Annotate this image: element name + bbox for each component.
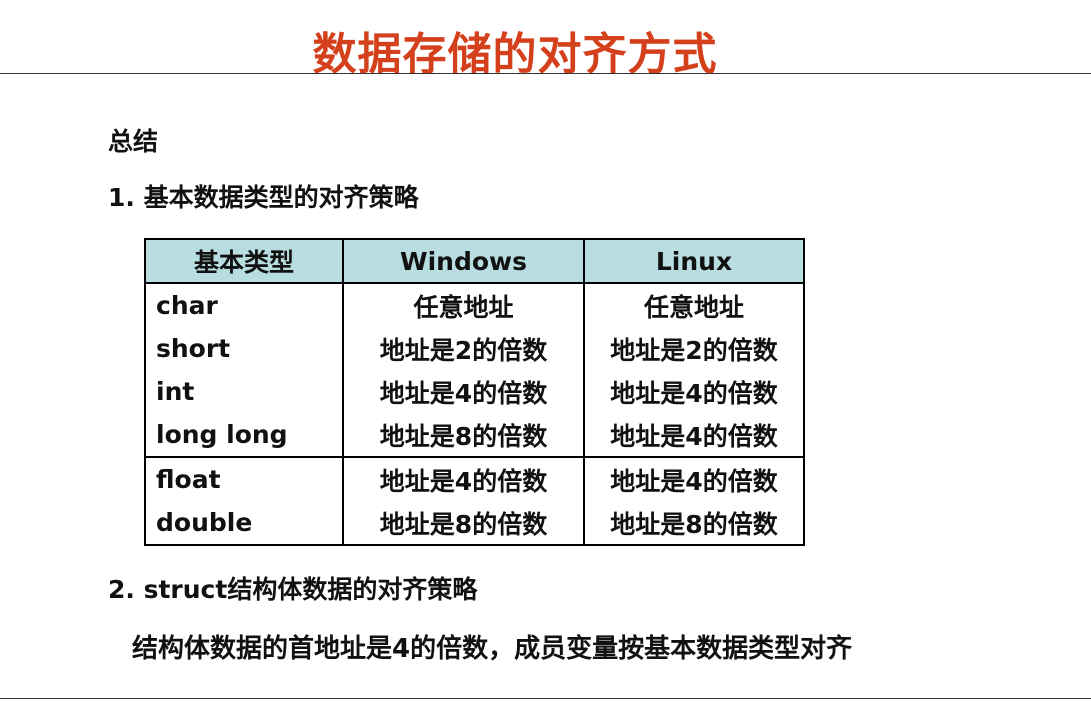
- row-linux: 地址是2的倍数: [583, 327, 805, 370]
- table-row: short 地址是2的倍数 地址是2的倍数: [144, 327, 805, 370]
- row-linux: 任意地址: [583, 283, 805, 327]
- row-linux: 地址是4的倍数: [583, 370, 805, 413]
- table-row: float 地址是4的倍数 地址是4的倍数: [144, 457, 805, 501]
- section-1-heading: 1. 基本数据类型的对齐策略: [108, 183, 419, 212]
- row-linux: 地址是4的倍数: [583, 457, 805, 501]
- section-2-body: 结构体数据的首地址是4的倍数，成员变量按基本数据类型对齐: [132, 634, 853, 664]
- row-type: long long: [144, 413, 344, 458]
- row-windows: 任意地址: [342, 283, 585, 327]
- header-type: 基本类型: [144, 239, 344, 284]
- table-header-row: 基本类型 Windows Linux: [144, 239, 805, 284]
- row-windows: 地址是2的倍数: [342, 327, 585, 370]
- footer-divider: [0, 698, 1091, 699]
- table-row: long long 地址是8的倍数 地址是4的倍数: [144, 413, 805, 458]
- row-linux: 地址是4的倍数: [583, 413, 805, 458]
- header-linux: Linux: [583, 239, 805, 284]
- summary-label: 总结: [108, 127, 159, 156]
- header-windows: Windows: [342, 239, 585, 284]
- row-type: short: [144, 327, 344, 370]
- row-type: double: [144, 501, 344, 545]
- table-row: int 地址是4的倍数 地址是4的倍数: [144, 370, 805, 413]
- title-divider: [0, 73, 1091, 74]
- table-row: char 任意地址 任意地址: [144, 283, 805, 327]
- row-windows: 地址是8的倍数: [342, 413, 585, 458]
- section-2-heading: 2. struct结构体数据的对齐策略: [108, 575, 478, 604]
- row-windows: 地址是4的倍数: [342, 457, 585, 501]
- row-type: float: [144, 457, 344, 501]
- alignment-table: 基本类型 Windows Linux char 任意地址 任意地址 short …: [144, 238, 805, 546]
- table-row: double 地址是8的倍数 地址是8的倍数: [144, 501, 805, 545]
- row-windows: 地址是8的倍数: [342, 501, 585, 545]
- row-linux: 地址是8的倍数: [583, 501, 805, 545]
- row-type: char: [144, 283, 344, 327]
- row-type: int: [144, 370, 344, 413]
- row-windows: 地址是4的倍数: [342, 370, 585, 413]
